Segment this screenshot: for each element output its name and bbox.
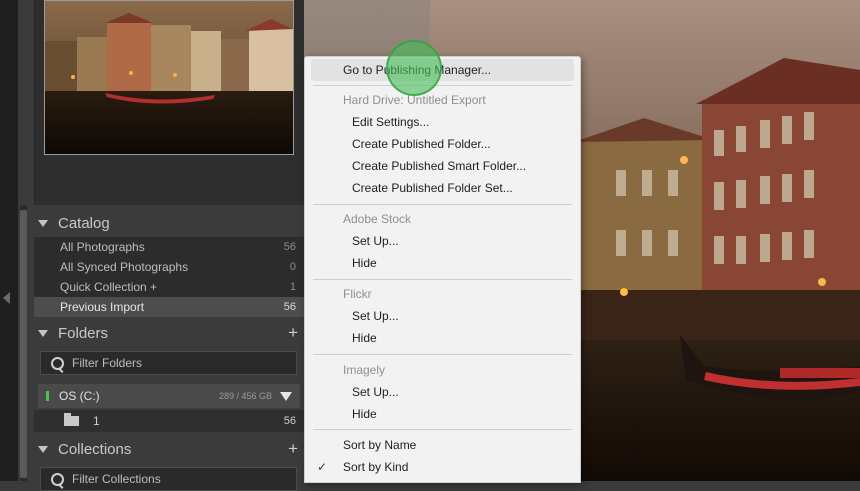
cursor-click-indicator	[386, 40, 442, 96]
menu-item-imagely-set-up[interactable]: Set Up...	[305, 381, 580, 403]
catalog-panel-header[interactable]: Catalog	[28, 210, 304, 236]
menu-item-label: Set Up...	[352, 385, 399, 399]
collections-panel-header[interactable]: Collections +	[28, 436, 304, 462]
catalog-item-count: 56	[283, 301, 296, 313]
catalog-title: Catalog	[58, 214, 110, 232]
menu-item-label: Set Up...	[352, 234, 399, 248]
navigator-preview-image	[45, 1, 293, 154]
folders-collapse-icon[interactable]	[38, 329, 48, 337]
folders-title: Folders	[58, 324, 109, 342]
menu-item-go-to-publishing-manager[interactable]: Go to Publishing Manager...	[311, 59, 574, 81]
menu-header-flickr: Flickr	[305, 283, 580, 305]
folder-icon	[64, 413, 79, 426]
catalog-item-quick-collection[interactable]: Quick Collection + 1	[34, 277, 304, 297]
catalog-item-label: All Photographs	[60, 240, 145, 254]
menu-header-label: Flickr	[343, 287, 372, 301]
menu-separator	[313, 429, 572, 430]
menu-item-sort-by-name[interactable]: Sort by Name	[305, 434, 580, 456]
filter-folders-placeholder: Filter Folders	[72, 356, 143, 370]
catalog-item-all-synced-photographs[interactable]: All Synced Photographs 0	[34, 257, 304, 277]
checkmark-icon: ✓	[317, 460, 328, 474]
catalog-item-label: Previous Import	[60, 300, 145, 314]
search-icon	[51, 356, 64, 370]
menu-header-imagely: Imagely	[305, 359, 580, 381]
collapse-left-arrow-icon[interactable]	[3, 292, 10, 304]
menu-item-create-published-smart-folder[interactable]: Create Published Smart Folder...	[305, 155, 580, 177]
menu-item-adobe-stock-hide[interactable]: Hide	[305, 252, 580, 274]
navigator-preview[interactable]	[44, 0, 294, 155]
menu-item-label: Create Published Folder...	[352, 137, 491, 151]
catalog-item-all-photographs[interactable]: All Photographs 56	[34, 237, 304, 257]
catalog-item-label: Quick Collection +	[60, 280, 158, 294]
filter-collections-field[interactable]: Filter Collections	[40, 467, 297, 491]
volume-status-led-icon	[46, 391, 49, 401]
menu-item-imagely-hide[interactable]: Hide	[305, 403, 580, 425]
menu-item-adobe-stock-set-up[interactable]: Set Up...	[305, 230, 580, 252]
folder-item-label: 1	[93, 414, 100, 428]
menu-item-flickr-set-up[interactable]: Set Up...	[305, 305, 580, 327]
catalog-item-previous-import[interactable]: Previous Import 56	[34, 297, 304, 317]
catalog-item-count: 1	[289, 281, 296, 293]
menu-header-label: Adobe Stock	[343, 212, 412, 226]
filter-folders-field[interactable]: Filter Folders	[40, 351, 297, 375]
menu-header-hard-drive: Hard Drive: Untitled Export	[305, 89, 580, 111]
menu-item-flickr-hide[interactable]: Hide	[305, 327, 580, 349]
navigator-panel	[34, 0, 305, 205]
volume-name: OS (C:)	[59, 389, 100, 403]
collections-title: Collections	[58, 440, 132, 458]
menu-item-label: Hide	[352, 256, 377, 270]
menu-header-label: Imagely	[343, 363, 386, 377]
menu-item-label: Create Published Folder Set...	[352, 181, 513, 195]
volume-size: 289 / 456 GB	[218, 391, 272, 401]
menu-item-create-published-folder[interactable]: Create Published Folder...	[305, 133, 580, 155]
menu-item-sort-by-kind[interactable]: ✓ Sort by Kind	[305, 456, 580, 478]
menu-item-edit-settings[interactable]: Edit Settings...	[305, 111, 580, 133]
menu-item-label: Hide	[352, 407, 377, 421]
menu-separator	[313, 204, 572, 205]
volume-menu-triangle-icon[interactable]	[280, 391, 292, 401]
volume-os-c[interactable]: OS (C:) 289 / 456 GB	[38, 384, 300, 408]
menu-separator	[313, 279, 572, 280]
folders-panel-header[interactable]: Folders +	[28, 320, 304, 346]
left-panel-collapse-strip[interactable]	[0, 0, 18, 481]
menu-item-label: Sort by Name	[343, 438, 417, 452]
folder-item-1[interactable]: 1 56	[34, 410, 304, 432]
folder-item-count: 56	[283, 415, 296, 427]
catalog-item-count: 0	[289, 261, 296, 273]
add-collection-plus-icon[interactable]: +	[288, 439, 298, 459]
filter-collections-placeholder: Filter Collections	[72, 472, 161, 486]
menu-item-label: Set Up...	[352, 309, 399, 323]
menu-item-label: Sort by Kind	[343, 460, 409, 474]
left-panel-scroll-thumb[interactable]	[20, 210, 27, 478]
left-panel-scrollbar[interactable]	[20, 205, 27, 481]
catalog-item-label: All Synced Photographs	[60, 260, 189, 274]
add-folder-plus-icon[interactable]: +	[288, 323, 298, 343]
catalog-collapse-icon[interactable]	[38, 219, 48, 227]
menu-header-adobe-stock: Adobe Stock	[305, 208, 580, 230]
publish-services-context-menu: Go to Publishing Manager... Hard Drive: …	[304, 56, 581, 483]
menu-separator	[313, 85, 572, 86]
menu-item-create-published-folder-set[interactable]: Create Published Folder Set...	[305, 177, 580, 199]
catalog-item-count: 56	[283, 241, 296, 253]
collections-collapse-icon[interactable]	[38, 445, 48, 453]
menu-item-label: Create Published Smart Folder...	[352, 159, 527, 173]
menu-separator	[313, 354, 572, 355]
menu-item-label: Hide	[352, 331, 377, 345]
menu-item-label: Edit Settings...	[352, 115, 430, 129]
search-icon	[51, 472, 64, 486]
